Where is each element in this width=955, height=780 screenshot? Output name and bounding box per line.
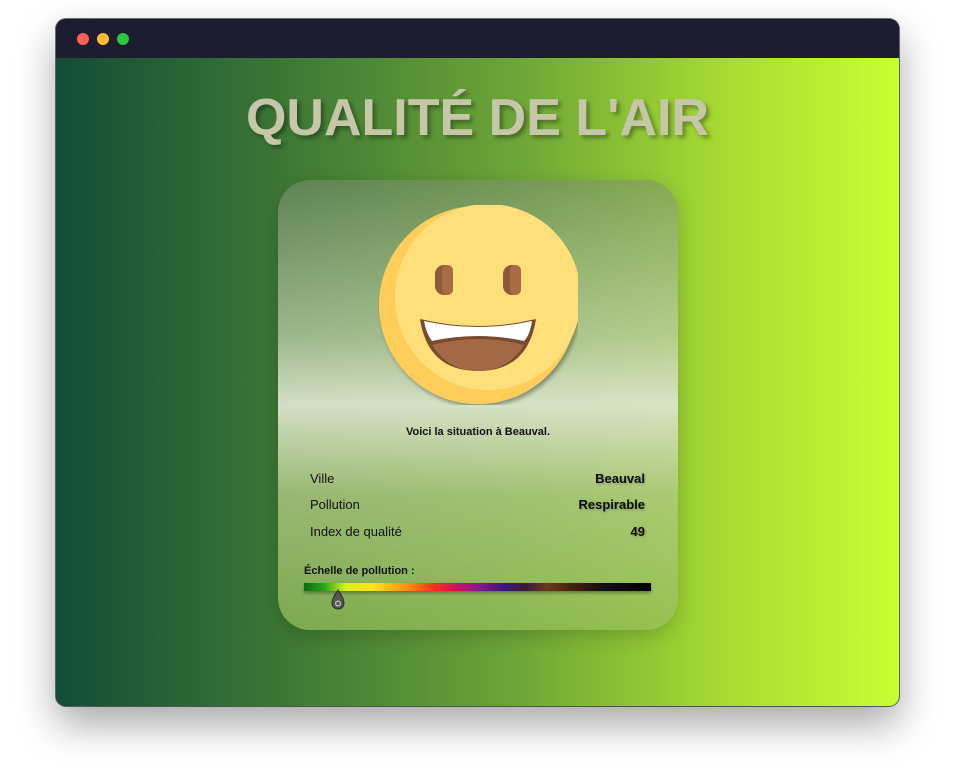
info-row-pollution: Pollution Respirable xyxy=(310,497,645,515)
close-window-button[interactable] xyxy=(77,33,89,45)
minimize-window-button[interactable] xyxy=(97,33,109,45)
page-title: QUALITÉ DE L'AIR xyxy=(245,89,710,147)
pollution-label: Pollution xyxy=(310,497,360,512)
city-label: Ville xyxy=(310,471,335,486)
air-quality-card: Voici la situation à Beauval. Ville Beau… xyxy=(278,180,678,630)
situation-text: Voici la situation à Beauval. xyxy=(405,426,551,438)
city-value: Beauval xyxy=(595,471,645,486)
info-row-quality-index: Index de qualité 49 xyxy=(310,524,645,542)
maximize-window-button[interactable] xyxy=(117,33,129,45)
quality-index-label: Index de qualité xyxy=(310,524,402,539)
page-content: QUALITÉ DE L'AIR Voici la situation à Be… xyxy=(56,58,899,706)
grinning-face-icon xyxy=(379,205,578,404)
quality-index-value: 49 xyxy=(630,524,645,539)
info-row-city: Ville Beauval xyxy=(310,471,645,489)
pollution-scale-bar xyxy=(304,583,651,591)
pollution-scale-label: Échelle de pollution : xyxy=(304,565,415,577)
window-titlebar xyxy=(56,19,899,58)
pollution-value: Respirable xyxy=(578,497,645,512)
browser-window: QUALITÉ DE L'AIR Voici la situation à Be… xyxy=(56,19,899,706)
location-pin-icon xyxy=(331,589,345,610)
